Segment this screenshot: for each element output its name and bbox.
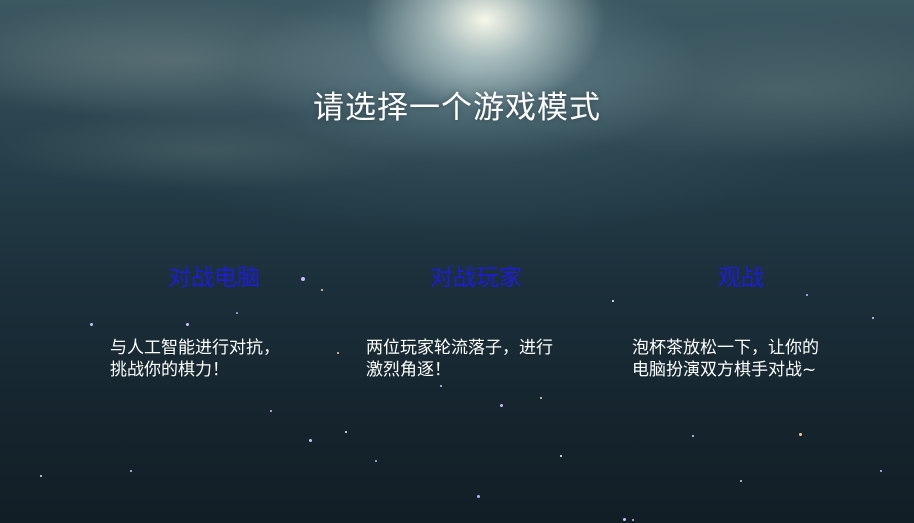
mode-spectate-description: 泡杯茶放松一下，让你的 电脑扮演双方棋手对战~ bbox=[632, 338, 819, 380]
mode-vs-player-description: 两位玩家轮流落子，进行 激烈角逐！ bbox=[366, 338, 553, 380]
page-title: 请选择一个游戏模式 bbox=[313, 90, 601, 126]
mode-vs-player-button[interactable]: 对战玩家 bbox=[356, 258, 596, 292]
mode-vs-computer-description: 与人工智能进行对抗， 挑战你的棋力！ bbox=[110, 338, 280, 380]
mode-vs-computer-button[interactable]: 对战电脑 bbox=[94, 258, 334, 292]
mode-spectate-button[interactable]: 观战 bbox=[621, 258, 861, 292]
